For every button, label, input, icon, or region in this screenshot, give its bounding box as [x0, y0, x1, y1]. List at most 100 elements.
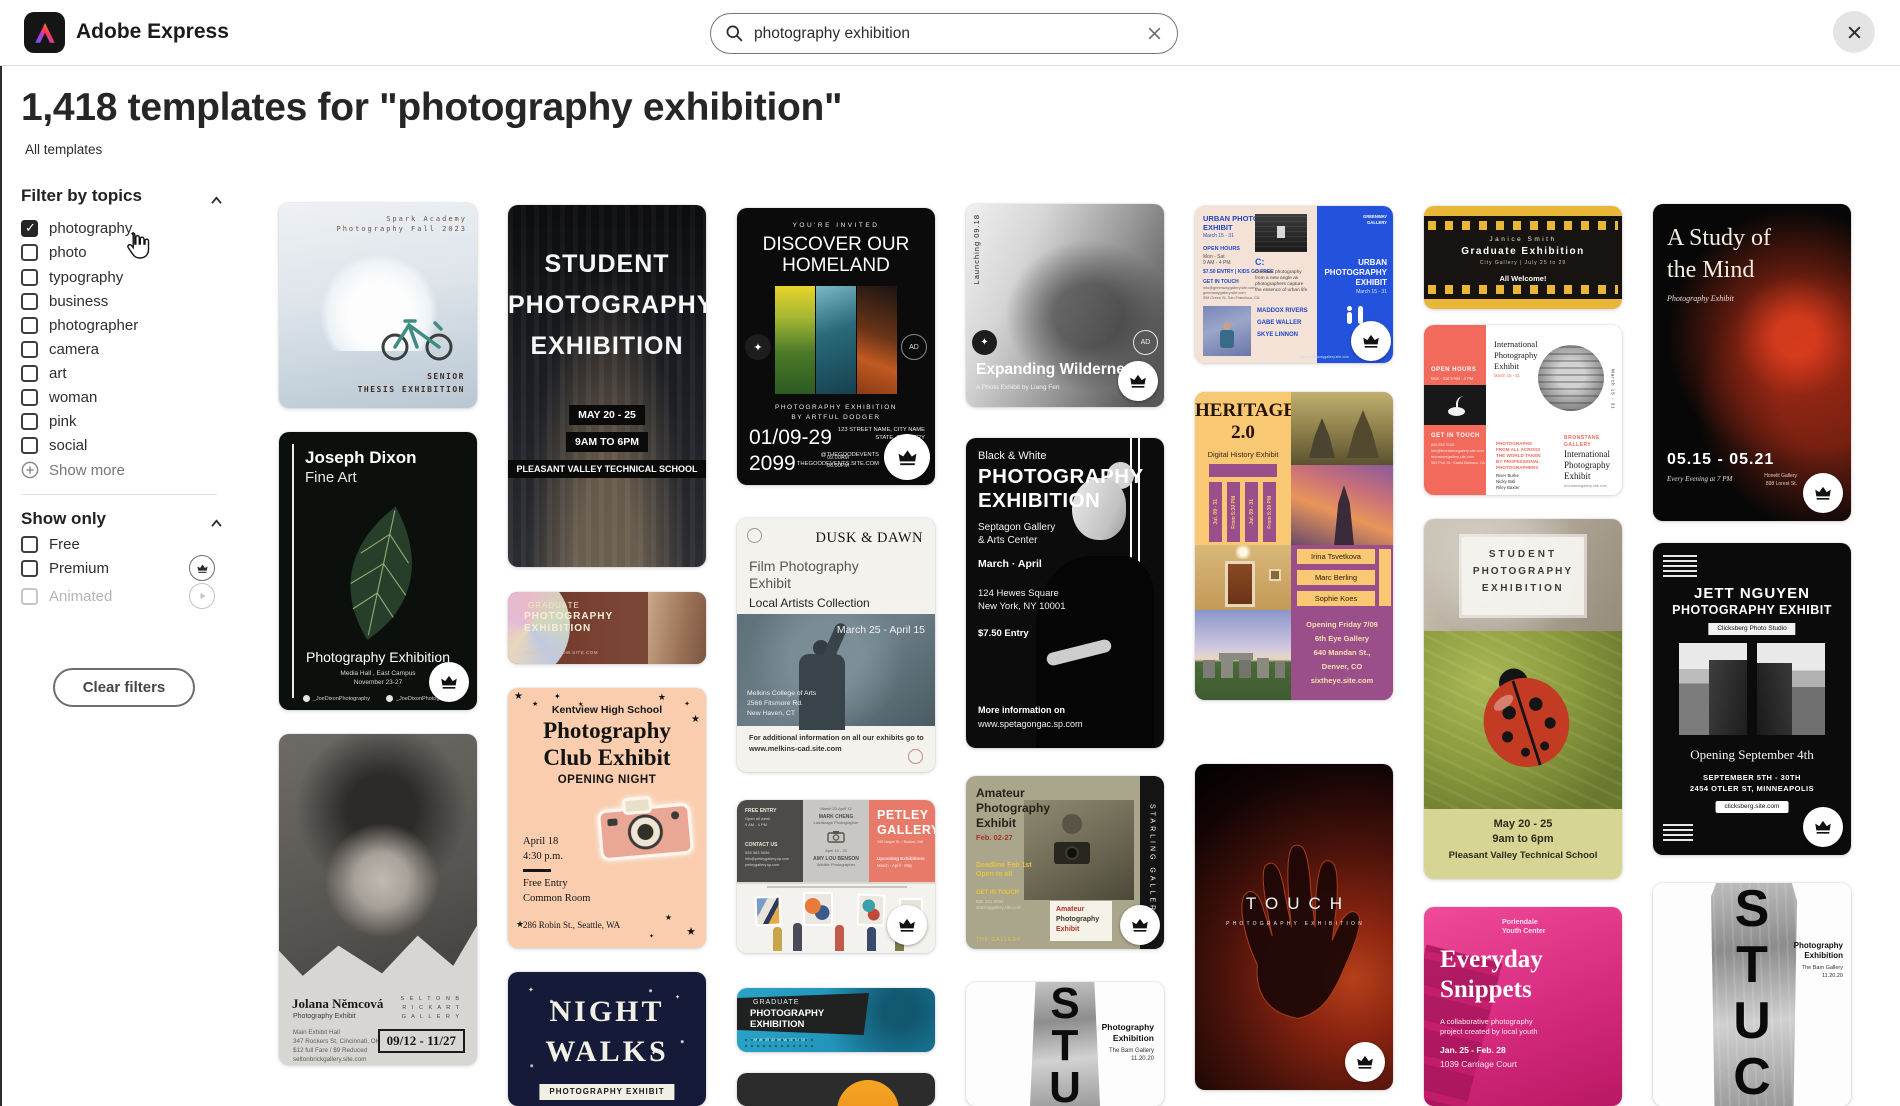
sidebar-divider [21, 494, 217, 495]
checkbox-woman[interactable] [21, 388, 38, 406]
premium-crown-badge [1803, 473, 1843, 513]
template-card-jolana-nemcova[interactable]: Jolana Němcová Photography Exhibit Main … [279, 734, 477, 1065]
sidebar-item-free[interactable]: Free [21, 534, 80, 554]
circle-photo [837, 1080, 899, 1106]
sidebar-item-photographer[interactable]: photographer [21, 315, 138, 335]
app-header: Adobe Express photography exhibition [0, 0, 1900, 66]
template-card-petley-gallery[interactable]: FREE ENTRY Open all week 9 AM - 4 PM CON… [737, 800, 935, 953]
checkbox-social[interactable] [21, 436, 38, 454]
template-card-dusk-and-dawn[interactable]: DUSK & DAWN Film Photography Exhibit Loc… [737, 518, 935, 772]
gallery-logo-mark [1347, 306, 1363, 324]
checkbox-photography[interactable] [21, 219, 38, 237]
info-panel: FREE ENTRY Open all week 9 AM - 4 PM CON… [737, 800, 803, 882]
models-photo [648, 592, 706, 664]
window [1269, 569, 1281, 581]
premium-crown-badge [1351, 321, 1391, 361]
sidebar-item-pink[interactable]: pink [21, 411, 77, 431]
checkbox-premium[interactable] [21, 559, 38, 577]
checkbox-photographer[interactable] [21, 316, 38, 334]
template-card-everyday-snippets[interactable]: Porlendale Youth Center Everyday Snippet… [1424, 907, 1622, 1106]
stone-lintel [1219, 653, 1253, 660]
divider-line [523, 869, 551, 872]
template-card-night-walks[interactable]: ✦ ✦ ✦ NIGHT WALKS PHOTOGRAPHY EXHIBIT [508, 972, 706, 1106]
template-card-a-study-of-the-mind[interactable]: A Study of the Mind Photography Exhibit … [1653, 204, 1851, 521]
template-card-urban-photography-exhibit[interactable]: URBAN PHOTOGRAPHY EXHIBIT March 15 - 31 … [1195, 206, 1393, 363]
sidebar-item-photo[interactable]: photo [21, 242, 87, 262]
checkbox-pink[interactable] [21, 412, 38, 430]
template-card-janice-smith-filmstrip[interactable]: Janice Smith Graduate Exhibition City Ga… [1424, 206, 1622, 309]
template-card-student-typography-partial[interactable]: S T U Photography Exhibition The Bam Gal… [966, 982, 1164, 1106]
close-button[interactable] [1833, 11, 1875, 53]
field-photo-strip [775, 286, 815, 394]
template-card-expanding-wilderness[interactable]: Launching 09.18 ✦ AD Expanding Wildernes… [966, 204, 1164, 407]
template-card-jett-nguyen-photography-exhibit[interactable]: JETT NGUYEN PHOTOGRAPHY EXHIBIT Clicksbe… [1653, 543, 1851, 855]
template-card-graduate-photography-banner[interactable]: GRADUATE PHOTOGRAPHY EXHIBITION WWW.GRAD… [508, 592, 706, 664]
template-card-amateur-photography-starling[interactable]: STARLING GALLERY Amateur Photography Exh… [966, 776, 1164, 949]
adobe-express-logo[interactable] [24, 12, 65, 53]
checkbox-animated [21, 587, 38, 605]
lamp-glow [1233, 545, 1253, 559]
sidebar-item-camera[interactable]: camera [21, 339, 99, 359]
sidebar-item-typography[interactable]: typography [21, 267, 123, 287]
template-card-student-photography-ladybug[interactable]: STUDENT PHOTOGRAPHY EXHIBITION May 20 - … [1424, 519, 1622, 879]
sidebar-item-premium[interactable]: Premium [21, 558, 109, 578]
window-light [1277, 226, 1285, 238]
template-card-international-photography-bronstane[interactable]: OPEN HOURS Mon - Sat 9 AM - 4 PM GET IN … [1424, 325, 1622, 495]
premium-crown-badge [887, 905, 927, 945]
camera-lens [1065, 846, 1079, 860]
sidebar-item-photography[interactable]: photography [21, 218, 132, 238]
checkbox-business[interactable] [21, 292, 38, 310]
clear-search-icon[interactable] [1146, 25, 1163, 47]
template-card-touch-photography-exhibition[interactable]: TOUCH PHOTOGRAPHY EXHIBITION [1195, 764, 1393, 1090]
star-decoration: ★ [686, 926, 696, 938]
show-more-button[interactable]: Show more [21, 461, 125, 479]
schedule-bar: From 5:30 PM [1263, 482, 1276, 542]
footer-band: May 20 - 25 9am to 6pm Pleasant Valley T… [1424, 809, 1622, 879]
sidebar-item-woman[interactable]: woman [21, 387, 97, 407]
sidebar-item-business[interactable]: business [21, 291, 108, 311]
person-figure [835, 925, 844, 951]
premium-crown-icon [189, 555, 215, 581]
yosemite-photo [1679, 643, 1747, 735]
sidebar-item-animated[interactable]: Animated [21, 586, 112, 606]
checkbox-camera[interactable] [21, 340, 38, 358]
checkbox-photo[interactable] [21, 243, 38, 261]
swan-photo [1424, 385, 1486, 425]
schedule-bar: Jul. 09 - 31 [1209, 482, 1222, 542]
stone [1275, 661, 1285, 678]
template-card-senior-thesis-exhibition[interactable]: Spark Academy Photography Fall 2023 SENI… [279, 203, 477, 408]
search-input[interactable]: photography exhibition [754, 25, 910, 43]
light-track [767, 886, 907, 888]
premium-crown-badge [1120, 905, 1160, 945]
clear-filters-button[interactable]: Clear filters [53, 668, 195, 707]
template-card-discover-our-homeland[interactable]: YOU'RE INVITED DISCOVER OUR HOMELAND ✦ A… [737, 208, 935, 485]
checkbox-typography[interactable] [21, 268, 38, 286]
sidebar-item-social[interactable]: social [21, 435, 87, 455]
ad-circle-badge: AD [1133, 330, 1158, 355]
collapse-topics-chevron-icon[interactable] [210, 192, 223, 210]
collapse-show-only-chevron-icon[interactable] [210, 515, 223, 533]
star-decoration: ✦ [528, 987, 534, 994]
checkbox-art[interactable] [21, 364, 38, 382]
template-card-black-and-white-exhibition[interactable]: Black & White PHOTOGRAPHY EXHIBITION Sep… [966, 438, 1164, 748]
template-card-student-photography-exhibition[interactable]: STUDENT PHOTOGRAPHY EXHIBITION MAY 20 - … [508, 205, 706, 567]
title-block: HERITAGE 2.0 Digital History Exhibit Jul… [1195, 392, 1296, 545]
template-card-student-typography-stuc[interactable]: S T U C Photography Exhibition The Bam G… [1653, 883, 1851, 1106]
sparkle-circle-icon: ✦ [972, 330, 997, 355]
name-tag: Irina Tsvetkova [1297, 549, 1375, 564]
template-card-kentview-photography-club[interactable]: ★ ★ ✦ ★ ★ ✦ ★ ★ ★ ★ ✦ Kentview High Scho… [508, 688, 706, 948]
ladybug-photo [1424, 631, 1622, 809]
checkbox-free[interactable] [21, 535, 38, 553]
show-only-heading: Show only [21, 509, 106, 528]
temples-photo [1291, 392, 1393, 465]
template-card-heritage-2-0[interactable]: HERITAGE 2.0 Digital History Exhibit Jul… [1195, 392, 1393, 700]
instagram-icon [386, 695, 393, 702]
breadcrumb-all-templates[interactable]: All templates [25, 142, 102, 157]
template-card-joseph-dixon-fine-art[interactable]: Joseph Dixon Fine Art Photography Exhibi… [279, 432, 477, 710]
sidebar-item-art[interactable]: art [21, 363, 67, 383]
search-bar[interactable]: photography exhibition [710, 13, 1178, 54]
panel-edge-divider [0, 66, 2, 1106]
template-card-graduate-photography-teal-banner[interactable]: GRADUATE PHOTOGRAPHY EXHIBITION WWW.GRAD… [737, 988, 935, 1052]
template-card-partial[interactable] [737, 1073, 935, 1106]
stone [1221, 658, 1233, 678]
